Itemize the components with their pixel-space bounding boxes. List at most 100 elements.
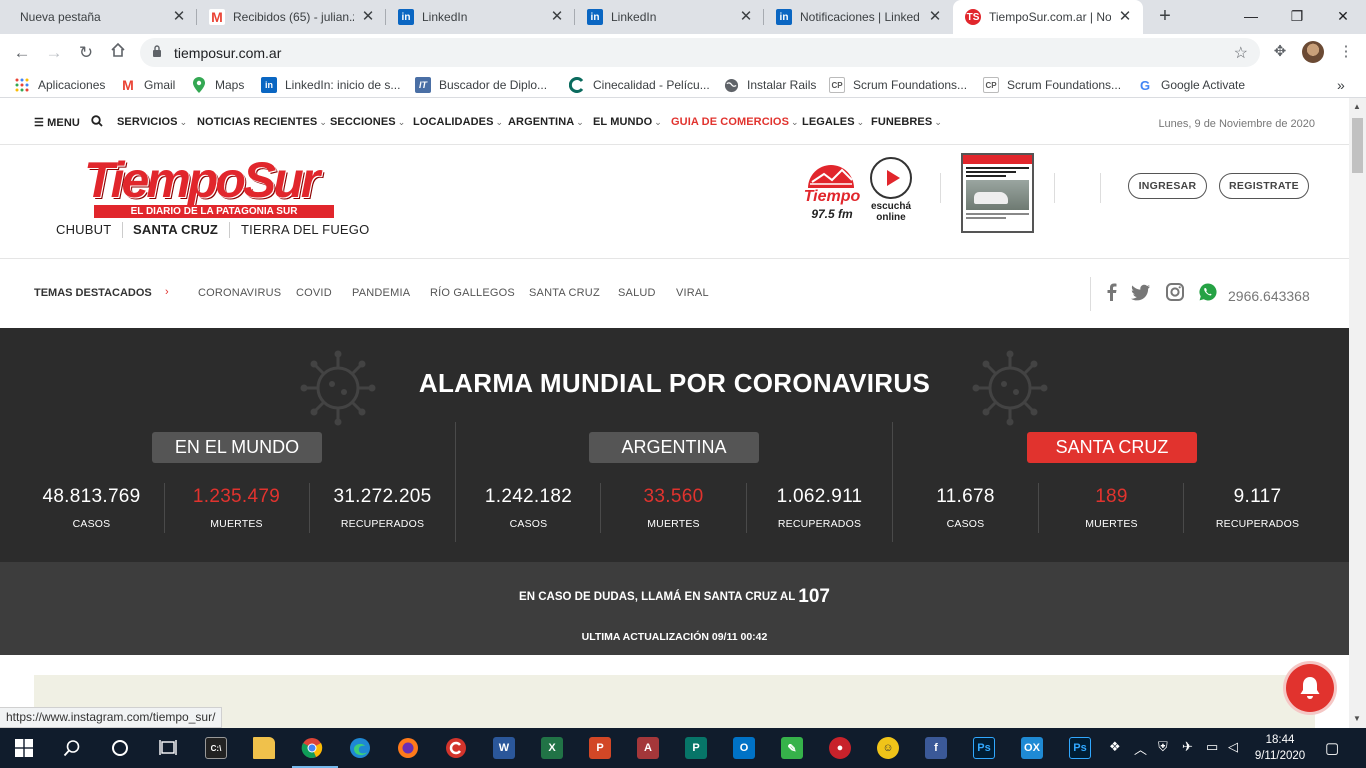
address-bar[interactable]: tiemposur.com.ar ☆ [140, 38, 1260, 67]
home-icon[interactable] [105, 40, 131, 66]
word-icon[interactable]: W [490, 734, 518, 762]
login-button[interactable]: INGRESAR [1128, 173, 1207, 199]
nav-argentina[interactable]: ARGENTINA ⌄ [508, 116, 584, 128]
ccleaner-icon[interactable] [442, 734, 470, 762]
close-tab-icon[interactable]: ✕ [549, 9, 565, 25]
radio-logo[interactable]: Tiempo 97.5 fm [802, 156, 862, 226]
search-icon[interactable] [58, 734, 86, 762]
contact-phone[interactable]: 2966.643368 [1228, 288, 1310, 304]
nav-servicios[interactable]: SERVICIOS ⌄ [117, 116, 187, 128]
close-window-icon[interactable]: ✕ [1320, 0, 1366, 34]
nav-noticias-recientes[interactable]: NOTICIAS RECIENTES ⌄ [197, 116, 327, 128]
browser-tab-active[interactable]: TS TiempoSur.com.ar | Noti ✕ [953, 0, 1143, 34]
photoshop-icon[interactable]: Ps [970, 734, 998, 762]
nav-secciones[interactable]: SECCIONES ⌄ [330, 116, 405, 128]
register-button[interactable]: REGISTRATE [1219, 173, 1309, 199]
browser-tab[interactable]: in Notificaciones | LinkedIn ✕ [764, 0, 953, 34]
nav-funebres[interactable]: FUNEBRES ⌄ [871, 116, 942, 128]
nav-el-mundo[interactable]: EL MUNDO ⌄ [593, 116, 662, 128]
ad-banner[interactable] [34, 675, 1315, 728]
topic-link[interactable]: CORONAVIRUS [198, 287, 281, 299]
minimize-icon[interactable]: — [1228, 0, 1274, 34]
dropbox-icon[interactable]: ❖ [1109, 739, 1121, 755]
more-bookmarks-icon[interactable]: » [1337, 75, 1345, 95]
new-tab-button[interactable]: + [1155, 6, 1175, 27]
topic-link[interactable]: VIRAL [676, 287, 709, 299]
battery-icon[interactable]: ▭ [1206, 739, 1218, 755]
whatsapp-icon[interactable] [1198, 282, 1218, 302]
menu-button[interactable]: ☰ MENU [34, 116, 80, 129]
task-view-icon[interactable] [154, 734, 182, 762]
tray-chevron-icon[interactable]: ︿ [1134, 739, 1147, 758]
bookmark-linkedin[interactable]: in LinkedIn: inicio de s... [261, 75, 400, 95]
file-explorer-icon[interactable] [250, 734, 278, 762]
extensions-puzzle-icon[interactable]: ✥ [1270, 42, 1290, 62]
notes-app-icon[interactable]: ✎ [778, 734, 806, 762]
profile-avatar[interactable] [1302, 41, 1324, 63]
taskbar-clock[interactable]: 18:44 9/11/2020 [1250, 732, 1310, 764]
search-icon[interactable] [91, 115, 103, 130]
browser-tab[interactable]: in LinkedIn ✕ [575, 0, 764, 34]
bookmark-star-icon[interactable]: ☆ [1234, 43, 1248, 63]
topic-link[interactable]: COVID [296, 287, 332, 299]
topic-link[interactable]: PANDEMIA [352, 287, 410, 299]
network-icon[interactable]: ✈ [1182, 739, 1193, 755]
ox-app-icon[interactable]: OX [1018, 734, 1046, 762]
bookmark-apps[interactable]: Aplicaciones [14, 75, 105, 95]
bookmark-diplo[interactable]: IT Buscador de Diplo... [415, 75, 547, 95]
instagram-icon[interactable] [1165, 282, 1185, 302]
cortana-icon[interactable] [106, 734, 134, 762]
nav-guia-comercios[interactable]: GUIA DE COMERCIOS ⌄ [671, 116, 799, 128]
browser-tab[interactable]: Nueva pestaña ✕ [0, 0, 197, 34]
firefox-icon[interactable] [394, 734, 422, 762]
browser-tab[interactable]: M Recibidos (65) - julian.za ✕ [197, 0, 386, 34]
page-scrollbar[interactable]: ▲ ▼ [1349, 98, 1366, 728]
region-santa-cruz[interactable]: SANTA CRUZ [133, 222, 218, 237]
browser-tab[interactable]: in LinkedIn ✕ [386, 0, 575, 34]
back-icon[interactable]: ← [9, 40, 35, 66]
newspaper-cover-thumbnail[interactable] [961, 153, 1034, 233]
bookmark-google-activate[interactable]: G Google Activate [1137, 75, 1245, 95]
nav-legales[interactable]: LEGALES ⌄ [802, 116, 864, 128]
facebook-app-icon[interactable]: f [922, 734, 950, 762]
region-tierra-del-fuego[interactable]: TIERRA DEL FUEGO [241, 222, 369, 237]
emoji-app-icon[interactable]: ☺ [874, 734, 902, 762]
terminal-icon[interactable]: C:\ [202, 734, 230, 762]
powerpoint-icon[interactable]: P [586, 734, 614, 762]
restore-icon[interactable]: ❐ [1274, 0, 1320, 34]
site-logo[interactable]: TiempoSur EL DIARIO DE LA PATAGONIA SUR [84, 154, 336, 218]
notification-bell-button[interactable] [1286, 664, 1334, 712]
close-tab-icon[interactable]: ✕ [171, 9, 187, 25]
helpline-number[interactable]: 107 [798, 586, 830, 607]
action-center-icon[interactable]: ▢ [1325, 739, 1339, 757]
chrome-icon[interactable] [298, 734, 326, 762]
access-icon[interactable]: A [634, 734, 662, 762]
photoshop-icon[interactable]: Ps [1066, 734, 1094, 762]
twitter-icon[interactable] [1131, 282, 1151, 302]
media-player-icon[interactable]: ● [826, 734, 854, 762]
topic-link[interactable]: SANTA CRUZ [529, 287, 600, 299]
close-tab-icon[interactable]: ✕ [927, 9, 943, 25]
volume-icon[interactable]: ◁ [1228, 739, 1238, 755]
bookmark-gmail[interactable]: M Gmail [120, 75, 175, 95]
excel-icon[interactable]: X [538, 734, 566, 762]
reload-icon[interactable]: ↻ [73, 40, 99, 66]
publisher-icon[interactable]: P [682, 734, 710, 762]
windows-start-icon[interactable] [10, 734, 38, 762]
topic-link[interactable]: SALUD [618, 287, 656, 299]
outlook-icon[interactable]: O [730, 734, 758, 762]
security-shield-icon[interactable]: ⛨ [1158, 739, 1168, 755]
bookmark-maps[interactable]: Maps [191, 75, 244, 95]
close-tab-icon[interactable]: ✕ [738, 9, 754, 25]
nav-localidades[interactable]: LOCALIDADES ⌄ [413, 116, 503, 128]
topic-link[interactable]: RÍO GALLEGOS [430, 287, 515, 299]
close-tab-icon[interactable]: ✕ [1117, 9, 1133, 25]
region-chubut[interactable]: CHUBUT [56, 222, 111, 237]
play-radio-button[interactable] [870, 157, 912, 199]
more-menu-icon[interactable]: ⋮ [1336, 42, 1356, 62]
forward-icon[interactable]: → [41, 40, 67, 66]
bookmark-cinecalidad[interactable]: Cinecalidad - Pelícu... [569, 75, 710, 95]
bookmark-scrum-1[interactable]: CP Scrum Foundations... [829, 75, 967, 95]
facebook-icon[interactable] [1102, 282, 1122, 302]
bookmark-scrum-2[interactable]: CP Scrum Foundations... [983, 75, 1121, 95]
